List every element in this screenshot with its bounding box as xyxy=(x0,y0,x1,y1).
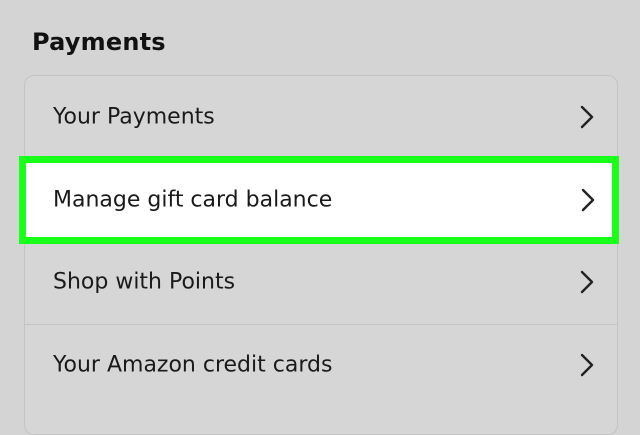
section-heading-payments: Payments xyxy=(32,28,166,56)
menu-item-label: Manage gift card balance xyxy=(53,187,333,213)
chevron-right-icon xyxy=(580,105,594,129)
chevron-right-icon xyxy=(581,188,595,212)
menu-item-your-amazon-credit-cards[interactable]: Your Amazon credit cards xyxy=(25,324,617,406)
chevron-right-icon xyxy=(580,353,594,377)
menu-item-shop-with-points[interactable]: Shop with Points xyxy=(25,241,617,323)
payments-menu-card: Your Payments Shop with Points Your Amaz… xyxy=(24,75,618,435)
menu-item-label: Your Payments xyxy=(53,104,215,130)
chevron-right-icon xyxy=(580,270,594,294)
menu-item-label: Shop with Points xyxy=(53,269,236,295)
menu-item-your-payments[interactable]: Your Payments xyxy=(25,76,617,158)
menu-item-manage-gift-card-balance[interactable]: Manage gift card balance xyxy=(19,156,619,244)
menu-item-label: Your Amazon credit cards xyxy=(53,352,333,378)
